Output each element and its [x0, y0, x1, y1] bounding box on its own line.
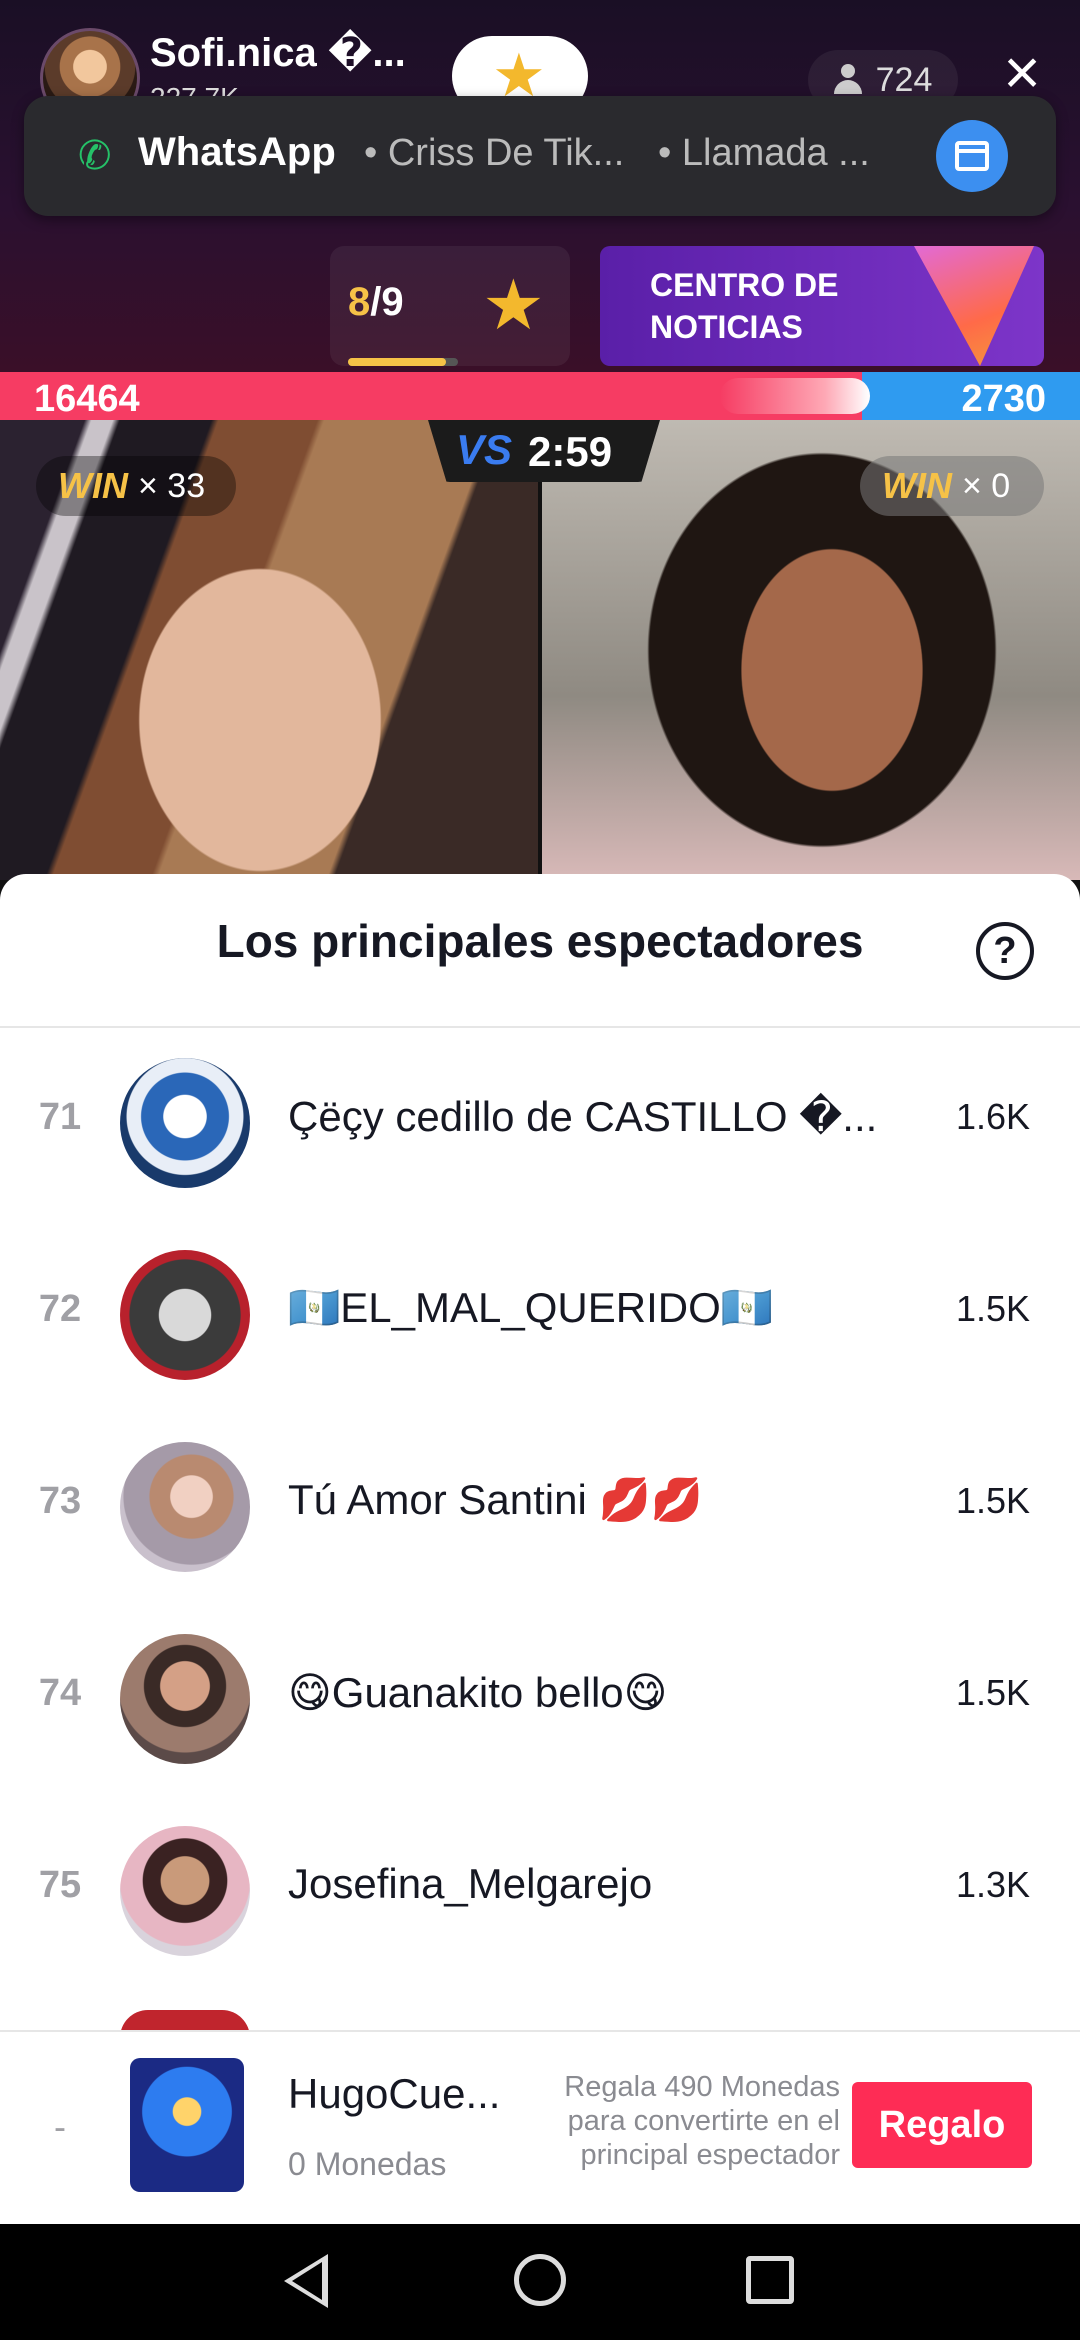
live-battle-screen: Sofi.nica �... 227.7K ... ★ 724 × ✆ What… — [0, 0, 1080, 2340]
person-icon — [833, 64, 862, 96]
list-item[interactable]: 75 Josefina_Melgarejo 1.3K — [0, 1794, 1080, 1986]
avatar[interactable] — [120, 1634, 250, 1764]
phone-call-icon: ✆ — [78, 134, 112, 178]
my-rank: - — [54, 2106, 66, 2147]
battle-timer: 2:59 — [528, 428, 613, 475]
notification-app: WhatsApp — [138, 130, 336, 174]
my-name: HugoCue... — [288, 2070, 501, 2117]
sheet-title: Los principales espectadores — [216, 915, 864, 967]
news-center-label: CENTRO DE NOTICIAS — [650, 267, 839, 345]
my-coins: 0 Monedas — [288, 2146, 447, 2182]
party-cone-icon — [914, 246, 1034, 366]
viewer-rank: 74 — [38, 1672, 82, 1714]
viewer-coins: 1.5K — [955, 1672, 1030, 1713]
viewer-name: Tú Amor Santini 💋💋 — [288, 1476, 704, 1523]
window-icon — [955, 141, 989, 171]
viewer-rank: 73 — [38, 1480, 82, 1522]
list-item[interactable]: 72 🇬🇹EL_MAL_QUERIDO🇬🇹 1.5K — [0, 1218, 1080, 1410]
list-item[interactable]: 73 Tú Amor Santini 💋💋 1.5K — [0, 1410, 1080, 1602]
viewer-coins: 1.5K — [955, 1480, 1030, 1521]
expand-window-button[interactable] — [936, 120, 1008, 192]
goal-total: /9 — [370, 280, 404, 324]
avatar[interactable] — [120, 1250, 250, 1380]
viewer-name: 🇬🇹EL_MAL_QUERIDO🇬🇹 — [288, 1284, 774, 1331]
gift-hint: Regala 490 Monedas para convertirte en e… — [564, 2071, 840, 2171]
avatar[interactable] — [130, 2058, 244, 2192]
viewer-name: Çëçy cedillo de CASTILLO �... — [288, 1093, 878, 1140]
whatsapp-call-notification[interactable]: ✆ WhatsApp • Criss De Tik... • Llamada .… — [24, 96, 1056, 216]
goal-progress-text: 8/9 — [348, 280, 404, 325]
star-icon: ★ — [482, 266, 545, 344]
battle-score-bar — [0, 372, 1080, 420]
list-item[interactable]: 71 Çëçy cedillo de CASTILLO �... 1.6K — [0, 1026, 1080, 1218]
left-win-count: × 33 — [137, 466, 206, 505]
news-center-banner[interactable]: CENTRO DE NOTICIAS — [600, 246, 1044, 366]
viewer-name: 😋Guanakito bello😋 — [288, 1669, 668, 1716]
right-win-count: × 0 — [961, 466, 1011, 505]
notification-type: • Llamada ... — [658, 132, 870, 174]
score-left: 16464 — [34, 378, 140, 420]
left-win-streak: WIN × 33 — [36, 456, 236, 516]
avatar[interactable] — [120, 1442, 250, 1572]
win-label: WIN — [58, 465, 128, 506]
viewer-coins: 1.3K — [955, 1864, 1030, 1905]
help-icon[interactable]: ? — [976, 922, 1034, 980]
close-icon[interactable]: × — [990, 40, 1054, 104]
host-name[interactable]: Sofi.nica �... — [150, 30, 406, 76]
home-icon[interactable] — [514, 2254, 566, 2306]
avatar[interactable] — [120, 1826, 250, 1956]
viewer-rank: 72 — [38, 1288, 82, 1330]
list-item[interactable]: 74 😋Guanakito bello😋 1.5K — [0, 1602, 1080, 1794]
score-right: 2730 — [961, 378, 1046, 420]
viewer-rank: 75 — [38, 1864, 82, 1906]
viewer-coins: 1.6K — [955, 1096, 1030, 1137]
notification-contact: • Criss De Tik... — [364, 132, 625, 174]
gift-button[interactable]: Regalo — [852, 2082, 1032, 2168]
back-icon-inner — [292, 2262, 322, 2300]
recents-icon[interactable] — [746, 2256, 794, 2304]
avatar[interactable] — [120, 1058, 250, 1188]
battle-video-area[interactable]: VS 2:59 WIN × 33 WIN × 0 — [0, 420, 1080, 880]
viewer-count-value: 724 — [875, 60, 933, 99]
viewer-rank: 71 — [38, 1096, 82, 1138]
win-label: WIN — [882, 465, 952, 506]
goal-current: 8 — [348, 280, 371, 324]
viewer-name: Josefina_Melgarejo — [288, 1860, 653, 1907]
score-flare — [720, 378, 870, 414]
goal-progress-fill — [348, 358, 446, 366]
viewer-coins: 1.5K — [955, 1288, 1030, 1329]
vs-label: VS — [456, 426, 513, 473]
right-win-streak: WIN × 0 — [860, 456, 1044, 516]
